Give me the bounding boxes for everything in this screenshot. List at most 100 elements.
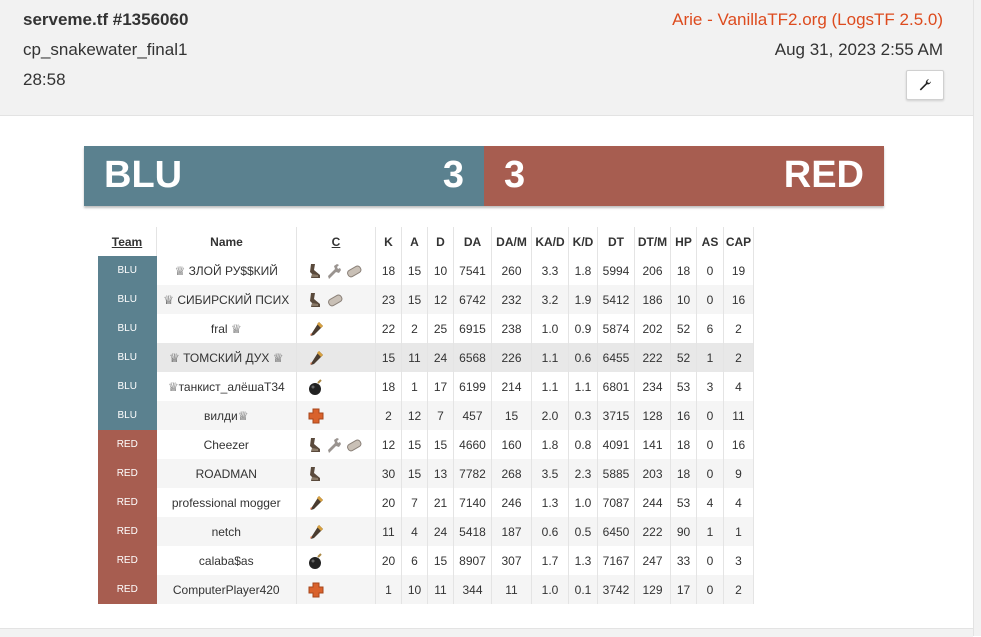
col-damage-per-min[interactable]: DA/M: [491, 227, 532, 256]
health-cell: 17: [670, 575, 697, 604]
damage-cell: 5418: [453, 517, 492, 546]
col-kad[interactable]: KA/D: [531, 227, 569, 256]
damage-per-min-cell: 246: [491, 488, 532, 517]
kd-cell: 0.6: [568, 343, 598, 372]
col-class[interactable]: C: [296, 227, 376, 256]
col-health[interactable]: HP: [670, 227, 697, 256]
assists-cell: 10: [401, 575, 428, 604]
engineer-icon[interactable]: [326, 436, 344, 454]
damage-taken-per-min-cell: 222: [634, 343, 671, 372]
class-cell: [296, 256, 376, 285]
soldier-icon[interactable]: [307, 320, 325, 338]
kad-cell: 1.7: [531, 546, 569, 575]
assists-cell: 6: [401, 546, 428, 575]
damage-taken-per-min-cell: 128: [634, 401, 671, 430]
player-name[interactable]: ComputerPlayer420: [156, 575, 297, 604]
col-team[interactable]: Team: [98, 227, 157, 256]
team-cell: RED: [98, 546, 157, 575]
kd-cell: 1.3: [568, 546, 598, 575]
player-name[interactable]: netch: [156, 517, 297, 546]
airshots-cell: 1: [696, 517, 724, 546]
airshots-cell: 0: [696, 546, 724, 575]
player-name[interactable]: ROADMAN: [156, 459, 297, 488]
col-damage-taken-per-min[interactable]: DT/M: [634, 227, 671, 256]
damage-cell: 6742: [453, 285, 492, 314]
col-name[interactable]: Name: [156, 227, 297, 256]
captures-cell: 19: [723, 256, 754, 285]
damage-per-min-cell: 232: [491, 285, 532, 314]
uploader-link[interactable]: Arie - VanillaTF2.org (LogsTF 2.5.0): [672, 10, 943, 30]
deaths-cell: 17: [427, 372, 454, 401]
medic-pill-icon[interactable]: [345, 262, 363, 280]
kad-cell: 1.8: [531, 430, 569, 459]
player-name[interactable]: ♕ ТОМСКИЙ ДУХ ♕: [156, 343, 297, 372]
damage-cell: 4660: [453, 430, 492, 459]
damage-taken-cell: 3715: [597, 401, 635, 430]
team-cell: BLU: [98, 285, 157, 314]
soldier-icon[interactable]: [307, 349, 325, 367]
medic-pill-icon[interactable]: [326, 291, 344, 309]
deaths-cell: 10: [427, 256, 454, 285]
damage-cell: 6568: [453, 343, 492, 372]
col-kd[interactable]: K/D: [568, 227, 598, 256]
class-cell: [296, 517, 376, 546]
deaths-cell: 24: [427, 517, 454, 546]
captures-cell: 16: [723, 430, 754, 459]
scout-icon[interactable]: [307, 465, 325, 483]
captures-cell: 11: [723, 401, 754, 430]
scout-icon[interactable]: [307, 436, 325, 454]
col-damage[interactable]: DA: [453, 227, 492, 256]
kills-cell: 22: [375, 314, 402, 343]
kad-cell: 1.3: [531, 488, 569, 517]
col-assists[interactable]: A: [401, 227, 428, 256]
kad-cell: 3.5: [531, 459, 569, 488]
assists-cell: 11: [401, 343, 428, 372]
medic-icon[interactable]: [307, 581, 325, 599]
player-name[interactable]: Cheezer: [156, 430, 297, 459]
table-row: BLU ♕ ТОМСКИЙ ДУХ ♕ 15 11 24 6568 226 1.1 0.6 645…: [98, 343, 754, 372]
col-captures[interactable]: CAP: [723, 227, 754, 256]
player-name[interactable]: fral ♕: [156, 314, 297, 343]
kd-cell: 1.1: [568, 372, 598, 401]
player-name[interactable]: ♕ ЗЛОЙ РУ$$КИЙ: [156, 256, 297, 285]
col-damage-taken[interactable]: DT: [597, 227, 635, 256]
health-cell: 18: [670, 430, 697, 459]
player-name[interactable]: calaba$as: [156, 546, 297, 575]
player-name[interactable]: ♕танкист_алёшаТ34: [156, 372, 297, 401]
player-name[interactable]: professional mogger: [156, 488, 297, 517]
demoman-icon[interactable]: [307, 552, 325, 570]
damage-taken-per-min-cell: 141: [634, 430, 671, 459]
airshots-cell: 3: [696, 372, 724, 401]
medic-icon[interactable]: [307, 407, 325, 425]
kd-cell: 0.5: [568, 517, 598, 546]
damage-per-min-cell: 268: [491, 459, 532, 488]
soldier-icon[interactable]: [307, 494, 325, 512]
damage-cell: 457: [453, 401, 492, 430]
health-cell: 90: [670, 517, 697, 546]
captures-cell: 4: [723, 488, 754, 517]
player-name[interactable]: вилди♕: [156, 401, 297, 430]
kad-cell: 1.1: [531, 343, 569, 372]
scout-icon[interactable]: [307, 262, 325, 280]
table-row: RED Cheezer 12 15 15 4660 160 1.8 0.8 4091 141 18 0 1…: [98, 430, 754, 459]
scout-icon[interactable]: [307, 291, 325, 309]
airshots-cell: 0: [696, 256, 724, 285]
soldier-icon[interactable]: [307, 523, 325, 541]
player-name[interactable]: ♕ СИБИРСКИЙ ПСИХ: [156, 285, 297, 314]
captures-cell: 9: [723, 459, 754, 488]
health-cell: 18: [670, 256, 697, 285]
damage-taken-per-min-cell: 244: [634, 488, 671, 517]
deaths-cell: 15: [427, 546, 454, 575]
kills-cell: 23: [375, 285, 402, 314]
demoman-icon[interactable]: [307, 378, 325, 396]
damage-per-min-cell: 238: [491, 314, 532, 343]
col-deaths[interactable]: D: [427, 227, 454, 256]
medic-pill-icon[interactable]: [345, 436, 363, 454]
col-kills[interactable]: K: [375, 227, 402, 256]
team-score-banner: BLU 3 3 RED: [84, 146, 884, 206]
tools-button[interactable]: [906, 70, 944, 100]
kad-cell: 3.2: [531, 285, 569, 314]
engineer-icon[interactable]: [326, 262, 344, 280]
col-airshots[interactable]: AS: [696, 227, 724, 256]
damage-cell: 6915: [453, 314, 492, 343]
